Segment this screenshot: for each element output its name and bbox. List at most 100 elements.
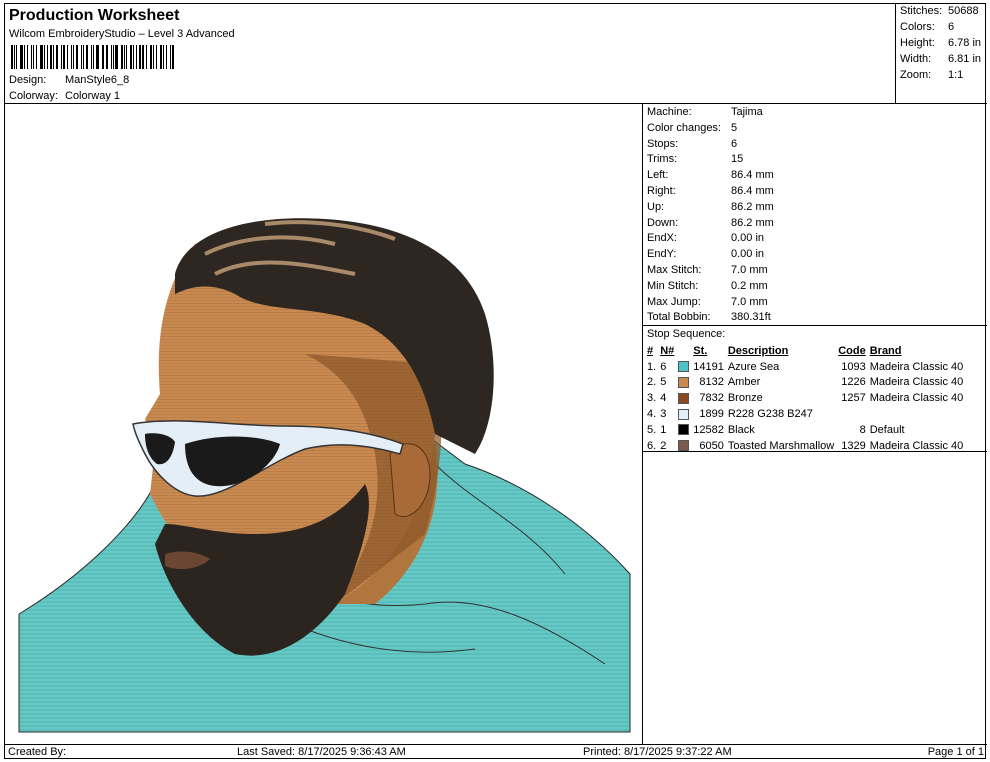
embroidery-design-image [18,218,631,733]
info-label: EndX: [647,232,677,244]
info-label: Trims: [647,153,678,165]
barcode-bar [11,45,13,69]
row-code: 1257 [841,392,866,405]
stat-label: Colors: [900,21,935,33]
row-code: 1093 [841,360,866,373]
col-swatch [676,343,691,359]
barcode-bar [170,45,172,69]
barcode-bar [90,45,92,69]
info-label: Total Bobbin: [647,311,711,323]
stat-row: Zoom: 1:1 [900,69,963,81]
barcode-bar [150,45,152,69]
info-row: Total Bobbin: 380.31ft [647,311,771,323]
row-n: 4 [660,392,667,405]
row-stitches: 6050 [699,439,724,452]
row-code: 1329 [841,439,866,452]
thread-color-swatch [678,392,690,404]
info-value: 86.4 mm [731,185,774,197]
barcode-bar [20,45,23,69]
barcode-bar [120,45,123,69]
design-preview [5,104,643,744]
row-num: 2. [647,376,657,389]
barcode-bar [61,45,63,69]
barcode-bar [112,45,114,69]
row-stitches: 14191 [693,360,724,373]
table-row: 1. 6 14191 Azure Sea 1093 Madeira Classic 40 [645,359,965,375]
row-description: Toasted Marshmallow [727,439,835,452]
info-value: 86.2 mm [731,217,774,229]
stat-value: 1:1 [948,69,964,81]
design-value: ManStyle6_8 [65,74,130,86]
barcode-bar [40,45,43,69]
row-brand: Madeira Classic 40 [869,360,964,373]
info-label: Min Stitch: [647,280,699,292]
info-row: Right: 86.4 mm [647,185,774,197]
row-brand: Default [869,423,905,436]
color-swatch [676,390,691,406]
color-swatch [676,406,691,422]
row-code: 8 [859,423,866,436]
info-label: Machine: [647,106,692,118]
info-label: Left: [647,169,669,181]
info-row: Color changes: 5 [647,122,737,134]
row-stitches: 1899 [699,408,724,421]
barcode-bar [31,45,32,69]
row-num: 4. [647,408,657,421]
stat-label: Height: [900,37,935,49]
info-value: 380.31ft [731,311,771,323]
thread-color-swatch [678,377,690,389]
info-row: Trims: 15 [647,153,743,165]
info-row: Down: 86.2 mm [647,217,774,229]
barcode-bar [142,45,145,69]
info-value: 15 [731,153,744,165]
table-row: 5. 1 12582 Black 8 Default [645,422,965,438]
barcode-bar [135,45,137,69]
color-swatch [676,422,691,438]
color-swatch [676,438,691,454]
thread-color-swatch [678,361,690,373]
barcode-bar [13,45,15,69]
barcode-bar [123,45,125,69]
stop-sequence-caption: Stop Sequence: [647,328,726,340]
row-num: 5. [647,423,657,436]
machine-info-panel: Machine: Tajima Color changes: 5 Stops: 6 T… [643,104,987,326]
row-description: Azure Sea [727,360,780,373]
row-code [836,406,868,422]
row-num: 3. [647,392,657,405]
stop-sequence-table: # N# St. Description Code Brand 1. 6 14191… [645,343,965,454]
row-n: 1 [660,423,667,436]
row-n: 3 [660,408,667,421]
stop-sequence-panel: Stop Sequence: # N# St. Description Code… [643,326,987,452]
row-brand [868,406,966,422]
info-label: Stops: [647,138,679,150]
row-stitches: 8132 [699,376,724,389]
barcode-bar [101,45,103,69]
barcode-bar [130,45,132,69]
row-brand: Madeira Classic 40 [869,439,964,452]
row-description: Amber [727,376,761,389]
info-value: 0.00 in [731,232,765,244]
barcode-bar [172,45,174,69]
barcode-bar [83,45,85,69]
barcode-bar [35,45,38,69]
table-row: 2. 5 8132 Amber 1226 Madeira Classic 40 [645,375,965,391]
row-description: R228 G238 B247 [727,408,813,421]
info-row: Min Stitch: 0.2 mm [647,280,768,292]
col-desc: Description [727,344,789,357]
page-number: Page 1 of 1 [927,746,984,758]
barcode-bar [165,45,168,69]
barcode-bar [55,45,59,69]
worksheet-frame: Production Worksheet Wilcom EmbroiderySt… [4,3,987,759]
barcode-bar [103,45,105,69]
stat-value: 6.78 in [948,37,982,49]
row-description: Black [727,423,755,436]
color-swatch [676,375,691,391]
color-swatch [676,359,691,375]
barcode-bar [106,45,108,69]
col-num: # [647,344,654,357]
design-label: Design: [9,74,47,86]
barcode-bar [132,45,134,69]
created-by: Created By: [8,746,67,758]
col-brand: Brand [869,344,902,357]
row-stitches: 7832 [699,392,724,405]
